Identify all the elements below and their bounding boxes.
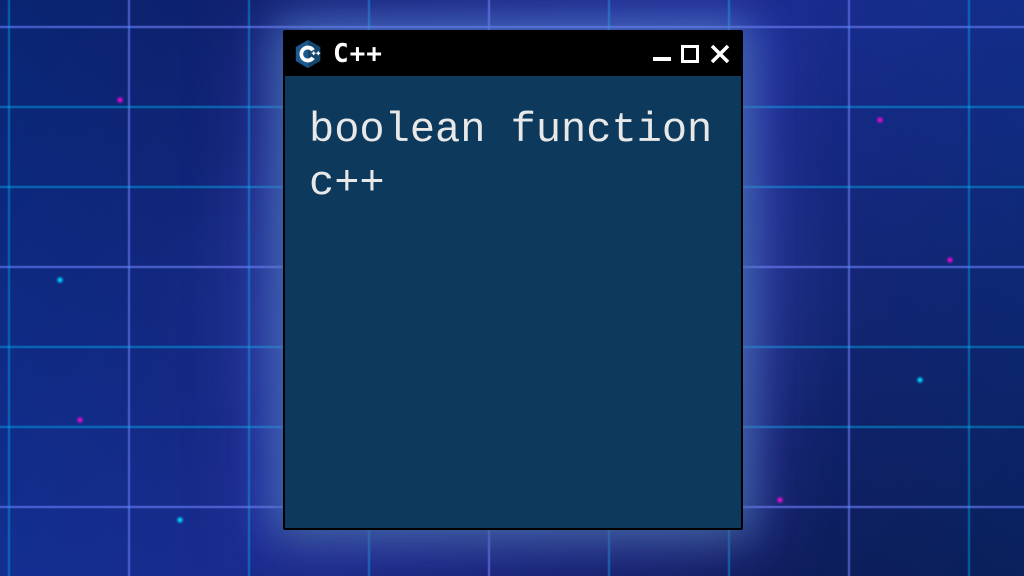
cpp-logo-icon (293, 39, 323, 69)
window-controls (653, 43, 731, 65)
maximize-button[interactable] (681, 45, 699, 63)
terminal-window: C++ boolean function c++ (283, 30, 743, 530)
minimize-button[interactable] (653, 57, 671, 61)
close-button[interactable] (709, 43, 731, 65)
close-icon (709, 43, 731, 65)
window-titlebar[interactable]: C++ (285, 32, 741, 76)
window-title: C++ (333, 39, 643, 69)
terminal-content[interactable]: boolean function c++ (285, 76, 741, 528)
